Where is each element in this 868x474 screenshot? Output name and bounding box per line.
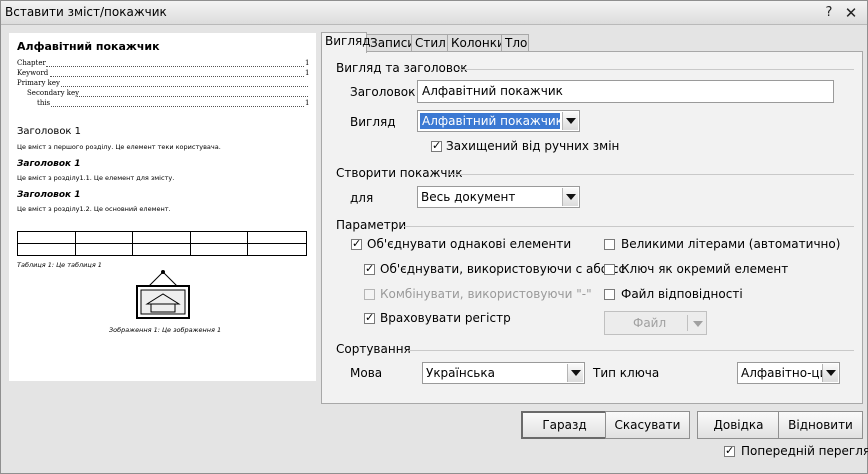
leader-dots <box>61 86 308 87</box>
tab-background[interactable]: Тло <box>501 34 529 52</box>
close-icon[interactable]: ✕ <box>843 5 859 21</box>
protected-label: Захищений від ручних змін <box>446 139 620 153</box>
type-label: Вигляд <box>350 115 396 129</box>
group-title-sort: Сортування <box>336 342 411 356</box>
scope-select-value: Весь документ <box>421 190 516 204</box>
divider <box>687 315 688 331</box>
scope-select[interactable]: Весь документ <box>417 186 580 208</box>
help-icon[interactable]: ? <box>821 5 837 21</box>
dialog-window: Вставити зміст/покажчик ? ✕ Алфавітний п… <box>0 0 868 474</box>
concordance-checkbox[interactable] <box>604 289 615 300</box>
concordance-label: Файл відповідності <box>621 287 743 301</box>
dialog-title: Вставити зміст/покажчик <box>5 5 167 19</box>
combine-dash-label: Комбінувати, використовуючи "-" <box>380 287 592 301</box>
preview-text: Це вміст з розділу1.1. Це елемент для зм… <box>17 174 175 182</box>
divider <box>409 350 854 351</box>
divider <box>458 69 854 70</box>
preview-index-title: Алфавітний покажчик <box>17 40 160 53</box>
preview-heading: Заголовок 1 <box>17 190 81 200</box>
chevron-down-icon[interactable] <box>562 188 578 206</box>
group-title-view: Вигляд та заголовок <box>336 61 468 75</box>
heading-label: Заголовок <box>350 85 416 99</box>
leader-dots <box>51 106 304 107</box>
help-button[interactable]: Довідка <box>697 411 780 439</box>
preview-heading: Заголовок 1 <box>17 126 82 137</box>
group-title-options: Параметри <box>336 218 407 232</box>
divider <box>449 174 854 175</box>
preview-checkbox[interactable] <box>724 444 735 457</box>
group-title-create: Створити покажчик <box>336 166 463 180</box>
file-button[interactable]: Файл <box>604 311 707 335</box>
preview-entry: Secondary key <box>27 89 80 97</box>
language-select[interactable]: Українська <box>422 362 585 384</box>
type-select-value: Алфавітний покажчик <box>420 113 563 129</box>
key-type-select[interactable]: Алфавітно-циф <box>737 362 840 384</box>
preview-entry-page: 1 <box>305 59 310 67</box>
tab-styles[interactable]: Стилі <box>411 34 449 52</box>
preview-entry-page: 1 <box>305 69 310 77</box>
cancel-button[interactable]: Скасувати <box>605 411 690 439</box>
tab-view[interactable]: Вигляд <box>321 32 371 53</box>
case-sensitive-label: Враховувати регістр <box>380 311 511 325</box>
language-select-value: Українська <box>426 366 495 380</box>
preview-heading: Заголовок 1 <box>17 159 81 169</box>
preview-entry: Keyword <box>17 69 49 77</box>
combine-identical-checkbox[interactable] <box>351 237 362 250</box>
preview-table <box>17 231 307 256</box>
leader-dots <box>77 96 308 97</box>
preview-checkbox-label: Попередній перегляд <box>741 444 868 458</box>
title-bar: Вставити зміст/покажчик ? ✕ <box>1 1 867 25</box>
tab-entries[interactable]: Записи <box>366 34 415 52</box>
protected-checkbox[interactable] <box>431 139 442 152</box>
preview-entry: Primary key <box>17 79 60 87</box>
ok-button[interactable]: Гаразд <box>521 411 608 439</box>
picture-icon <box>136 270 190 319</box>
autocapitalize-checkbox[interactable] <box>604 239 615 250</box>
combine-identical-label: Об'єднувати однакові елементи <box>367 237 572 251</box>
language-label: Мова <box>350 366 383 380</box>
type-select[interactable]: Алфавітний покажчик <box>417 110 580 132</box>
chevron-down-icon[interactable] <box>562 112 578 130</box>
leader-dots <box>46 66 304 67</box>
chevron-down-icon[interactable] <box>567 364 583 382</box>
leader-dots <box>50 76 304 77</box>
combine-dash-checkbox[interactable] <box>364 289 375 300</box>
for-label: для <box>350 191 374 205</box>
preview-text: Це вміст з розділу1.2. Це основний елеме… <box>17 205 171 213</box>
divider <box>404 226 854 227</box>
key-type-label: Тип ключа <box>593 366 660 380</box>
combine-ff-checkbox[interactable] <box>364 262 375 275</box>
reset-button[interactable]: Відновити <box>778 411 863 439</box>
index-preview: Алфавітний покажчик Chapter 1 Keyword 1 … <box>9 33 316 381</box>
preview-text: Це вміст з першого розділу. Це елемент т… <box>17 143 221 151</box>
autocapitalize-label: Великими літерами (автоматично) <box>621 237 841 251</box>
keys-separate-label: Ключ як окремий елемент <box>621 262 789 276</box>
keys-separate-checkbox[interactable] <box>604 264 615 275</box>
chevron-down-icon[interactable] <box>822 364 838 382</box>
combine-ff-label: Об'єднувати, використовуючи с або сс <box>380 262 626 276</box>
preview-table-caption: Таблиця 1: Це таблиця 1 <box>17 261 102 269</box>
heading-input[interactable]: Алфавітний покажчик <box>417 80 834 103</box>
preview-image-caption: Зображення 1: Це зображення 1 <box>109 326 222 334</box>
preview-entry-page: 1 <box>305 99 310 107</box>
preview-entry: this <box>37 99 51 107</box>
case-sensitive-checkbox[interactable] <box>364 311 375 324</box>
tab-panel: Вигляд та заголовок Заголовок Алфавітний… <box>321 51 863 404</box>
tab-columns[interactable]: Колонки <box>447 34 505 52</box>
file-button-label: Файл <box>633 316 667 330</box>
preview-entry: Chapter <box>17 59 46 67</box>
